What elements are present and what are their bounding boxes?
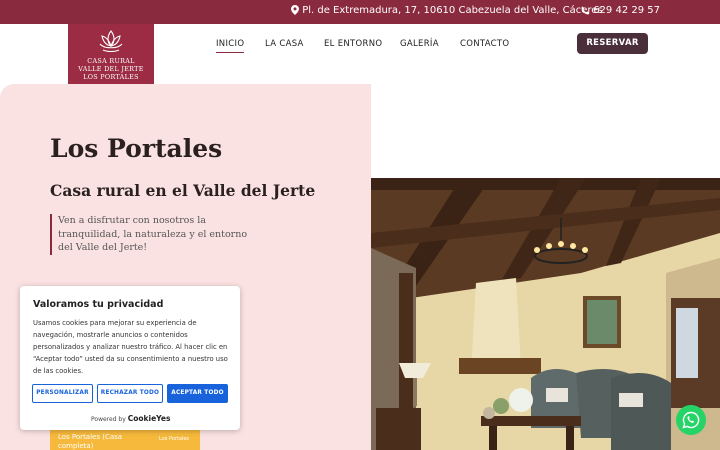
booking-widget[interactable]: Los Portales (Casa completa) Los Portale… <box>50 428 200 450</box>
whatsapp-button[interactable] <box>676 405 706 435</box>
cookie-text: Usamos cookies para mejorar su experienc… <box>33 319 228 375</box>
cookie-title: Valoramos tu privacidad <box>33 299 164 310</box>
logo-line-3: LOS PORTALES <box>83 73 139 81</box>
living-room-photo <box>371 178 720 450</box>
nav-el-entorno[interactable]: EL ENTORNO <box>324 39 382 49</box>
site-logo[interactable]: CASA RURAL VALLE DEL JERTE LOS PORTALES <box>68 24 154 84</box>
whatsapp-icon <box>682 411 700 429</box>
nav-inicio[interactable]: INICIO <box>216 39 245 53</box>
logo-line-1: CASA RURAL <box>87 57 135 65</box>
booking-badge: Los Portales <box>159 436 189 442</box>
cookie-consent-banner: Valoramos tu privacidad Usamos cookies p… <box>20 286 240 430</box>
reservar-button[interactable]: RESERVAR <box>577 33 648 54</box>
nav-galeria[interactable]: GALERÍA <box>400 39 439 49</box>
cookieyes-logo: CookieYes <box>127 414 171 423</box>
address[interactable]: Pl. de Extremadura, 17, 10610 Cabezuela … <box>291 5 603 16</box>
booking-property: Los Portales (Casa completa) <box>58 433 123 450</box>
lotus-icon <box>99 30 123 52</box>
cookie-powered-by[interactable]: Powered by CookieYes <box>91 414 170 423</box>
cookie-accept-button[interactable]: ACEPTAR TODO <box>167 384 228 403</box>
hero-subtitle: Casa rural en el Valle del Jerte <box>50 181 316 200</box>
nav-contacto[interactable]: CONTACTO <box>460 39 509 49</box>
phone-text: 629 42 29 57 <box>593 5 660 16</box>
cookie-customize-button[interactable]: PERSONALIZAR <box>32 384 93 403</box>
nav-la-casa[interactable]: LA CASA <box>265 39 304 49</box>
address-text: Pl. de Extremadura, 17, 10610 Cabezuela … <box>302 5 603 16</box>
phone[interactable]: 629 42 29 57 <box>581 5 660 16</box>
logo-line-2: VALLE DEL JERTE <box>78 65 144 73</box>
top-info-bar: Pl. de Extremadura, 17, 10610 Cabezuela … <box>0 0 720 24</box>
phone-icon <box>581 5 590 15</box>
powered-by-label: Powered by <box>91 416 126 423</box>
map-pin-icon <box>291 5 299 15</box>
hero-title: Los Portales <box>50 134 223 163</box>
cookie-reject-button[interactable]: RECHAZAR TODO <box>97 384 163 403</box>
hero-quote: Ven a disfrutar con nosotros la tranquil… <box>50 214 260 255</box>
